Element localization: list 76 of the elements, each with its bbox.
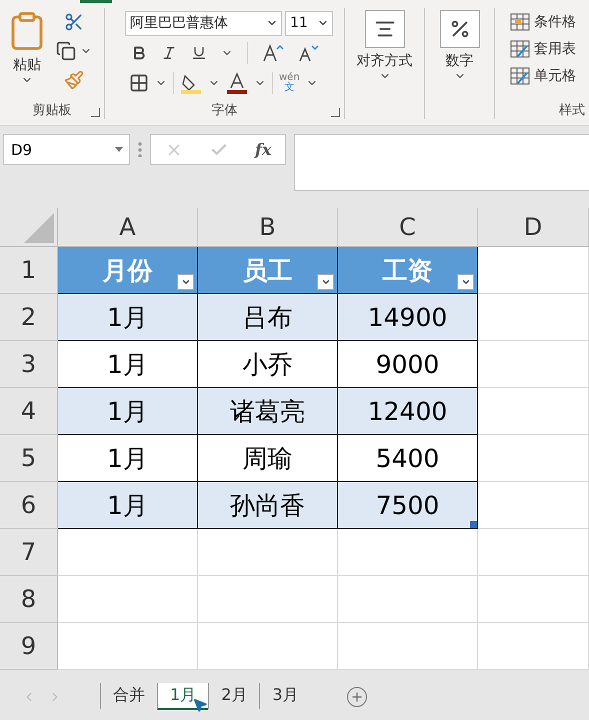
fill-color-icon[interactable] bbox=[180, 72, 202, 94]
alignment-button[interactable] bbox=[364, 10, 404, 48]
increase-font-icon[interactable] bbox=[262, 43, 284, 63]
header-text: 月份 bbox=[102, 254, 152, 286]
sheet-tab[interactable]: 3月 bbox=[259, 683, 311, 710]
group-label: 样式 bbox=[559, 102, 585, 119]
number-label[interactable]: 数字 bbox=[446, 52, 474, 70]
column-header[interactable]: C bbox=[338, 208, 478, 247]
row-header[interactable]: 8 bbox=[0, 576, 58, 623]
caret-icon bbox=[460, 277, 470, 287]
font-name-dropdown[interactable]: 阿里巴巴普惠体 bbox=[125, 10, 282, 36]
header-text: 工资 bbox=[382, 254, 432, 286]
borders-icon[interactable] bbox=[129, 73, 149, 93]
style-menu-item[interactable]: 套用表 bbox=[510, 35, 583, 62]
name-box[interactable]: D9 bbox=[3, 134, 130, 165]
column-header[interactable]: A bbox=[58, 208, 198, 247]
insert-function-button[interactable]: fx bbox=[254, 140, 272, 159]
cell-text: 1月 bbox=[107, 302, 148, 334]
font-size-dropdown[interactable]: 11 bbox=[285, 10, 333, 36]
caret-icon bbox=[115, 147, 123, 152]
row-header[interactable]: 6 bbox=[0, 482, 58, 529]
cell-text: 孙尚香 bbox=[230, 490, 305, 522]
table-style-icon bbox=[510, 66, 530, 84]
caret-icon bbox=[320, 277, 330, 287]
alignment-label[interactable]: 对齐方式 bbox=[356, 52, 412, 70]
row-header[interactable]: 1 bbox=[0, 247, 58, 294]
row-header[interactable]: 3 bbox=[0, 341, 58, 388]
cut-icon[interactable] bbox=[64, 12, 84, 32]
paste-label[interactable]: 粘贴 bbox=[13, 56, 41, 74]
row-header[interactable]: 7 bbox=[0, 529, 58, 576]
bold-icon[interactable] bbox=[131, 45, 147, 61]
cell-text: 1月 bbox=[107, 442, 148, 474]
style-menu-item[interactable]: 单元格 bbox=[510, 62, 583, 89]
cell-text: 7500 bbox=[376, 490, 440, 520]
cell-text: 14900 bbox=[368, 302, 448, 332]
row-header[interactable]: 9 bbox=[0, 623, 58, 670]
filter-button[interactable] bbox=[457, 274, 474, 290]
cell-text: 5400 bbox=[376, 444, 440, 472]
mouse-pointer-icon bbox=[192, 697, 208, 713]
table-style-icon bbox=[510, 40, 530, 58]
cell-text: 12400 bbox=[368, 396, 448, 426]
italic-icon[interactable] bbox=[161, 45, 177, 61]
number-format-button[interactable] bbox=[440, 10, 480, 48]
cell-text: 1月 bbox=[107, 396, 148, 428]
style-menu-item[interactable]: 条件格 bbox=[510, 8, 583, 35]
header-text: 员工 bbox=[242, 254, 292, 286]
underline-icon[interactable] bbox=[191, 45, 207, 61]
formula-input[interactable] bbox=[294, 134, 589, 191]
cell-text: 1月 bbox=[107, 490, 148, 522]
group-label: 字体 bbox=[212, 102, 238, 119]
row-header[interactable]: 5 bbox=[0, 435, 58, 482]
sheet-tab[interactable]: 2月 bbox=[208, 683, 260, 710]
table-resize-handle[interactable] bbox=[470, 521, 477, 528]
decrease-font-icon[interactable] bbox=[298, 43, 320, 63]
dialog-launcher-icon[interactable] bbox=[331, 108, 340, 117]
group-label: 剪贴板 bbox=[32, 102, 72, 119]
font-color-icon[interactable] bbox=[226, 72, 248, 94]
sheet-tab[interactable]: 1月 bbox=[157, 683, 208, 710]
table-style-icon bbox=[510, 12, 530, 30]
cell-text: 吕布 bbox=[242, 302, 292, 334]
cell-text: 周瑜 bbox=[242, 442, 292, 474]
filter-button[interactable] bbox=[177, 274, 194, 290]
cell-text: 9000 bbox=[376, 350, 440, 378]
copy-icon[interactable] bbox=[56, 41, 76, 61]
cell-text: 小乔 bbox=[242, 348, 292, 380]
column-header[interactable]: D bbox=[478, 208, 589, 247]
add-sheet-icon[interactable] bbox=[346, 686, 367, 706]
cell-text: 诸葛亮 bbox=[230, 396, 305, 428]
column-header[interactable]: B bbox=[198, 208, 338, 247]
cell-text: 1月 bbox=[107, 348, 148, 380]
filter-button[interactable] bbox=[317, 274, 334, 290]
dialog-launcher-icon[interactable] bbox=[91, 108, 100, 117]
row-header[interactable]: 4 bbox=[0, 388, 58, 435]
row-header[interactable]: 2 bbox=[0, 294, 58, 341]
phonetic-label[interactable]: wén bbox=[279, 73, 300, 83]
caret-icon bbox=[180, 277, 190, 287]
